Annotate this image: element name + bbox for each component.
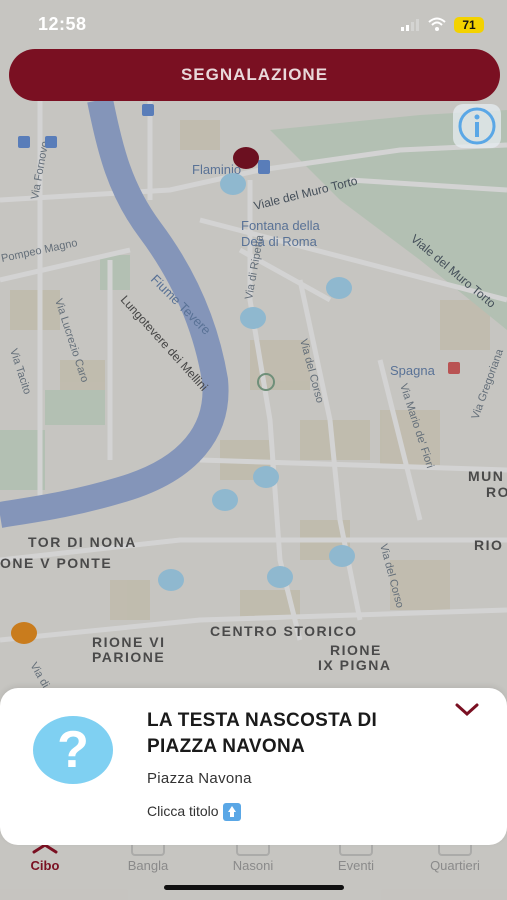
- map-marker[interactable]: [212, 489, 238, 511]
- battery-indicator: 71: [454, 17, 484, 33]
- map-marker[interactable]: [326, 277, 352, 299]
- map-label-tor-di-nona: TOR DI NONA: [28, 534, 137, 550]
- map-label-fontana-2: Dea di Roma: [241, 234, 318, 249]
- arrow-up-square-icon: [222, 803, 241, 822]
- map-label-rione-vi: RIONE VI: [92, 634, 165, 650]
- map-marker[interactable]: [220, 173, 246, 195]
- hint-row: Clicca titolo: [147, 803, 241, 822]
- place-title[interactable]: LA TESTA NASCOSTA DI PIAZZA NAVONA: [147, 708, 437, 760]
- map-label-rione: RIONE: [330, 642, 382, 658]
- tab-label: Bangla: [127, 858, 169, 873]
- map-marker-selected[interactable]: [233, 147, 259, 169]
- map-label-parione: PARIONE: [92, 649, 165, 665]
- home-indicator: [164, 885, 344, 890]
- question-mark-icon: ?: [33, 716, 113, 784]
- status-bar: 12:58 71: [0, 0, 507, 48]
- map-label-fontana-1: Fontana della: [241, 218, 321, 233]
- tab-label: Eventi: [337, 858, 375, 873]
- transit-icon-2: [45, 136, 57, 148]
- map-label-ro: RO: [486, 484, 507, 500]
- tab-label: Quartieri: [430, 858, 480, 873]
- status-time: 12:58: [38, 14, 87, 34]
- map-label-ix-pigna: IX PIGNA: [318, 657, 391, 673]
- info-button[interactable]: [453, 104, 501, 148]
- map-label-centro-storico: CENTRO STORICO: [210, 623, 358, 639]
- map-label-mun: MUN: [468, 468, 504, 484]
- place-subtitle: Piazza Navona: [147, 770, 252, 787]
- map-marker[interactable]: [329, 545, 355, 567]
- tab-label: Cibo: [30, 858, 60, 873]
- map-label-spagna: Spagna: [390, 363, 436, 378]
- place-detail-card[interactable]: ? LA TESTA NASCOSTA DI PIAZZA NAVONA Pia…: [0, 688, 507, 845]
- cellular-signal-icon: [401, 19, 419, 31]
- map-label-rio: RIO: [474, 537, 503, 553]
- hint-text: Clicca titolo: [147, 803, 219, 819]
- map-marker[interactable]: [253, 466, 279, 488]
- transit-icon: [18, 136, 30, 148]
- wifi-icon: [428, 17, 446, 31]
- map-marker-orange[interactable]: [11, 622, 37, 644]
- info-icon: [458, 107, 496, 145]
- map-marker[interactable]: [240, 307, 266, 329]
- map-marker[interactable]: [158, 569, 184, 591]
- map-label-rione-v-ponte: ONE V PONTE: [0, 555, 112, 571]
- tab-label: Nasoni: [232, 858, 274, 873]
- metro-icon: [448, 362, 460, 374]
- chevron-down-icon[interactable]: [454, 700, 480, 720]
- station-icon: [258, 160, 270, 174]
- transit-icon-3: [142, 104, 154, 116]
- report-button[interactable]: SEGNALAZIONE: [9, 49, 500, 101]
- map-marker[interactable]: [267, 566, 293, 588]
